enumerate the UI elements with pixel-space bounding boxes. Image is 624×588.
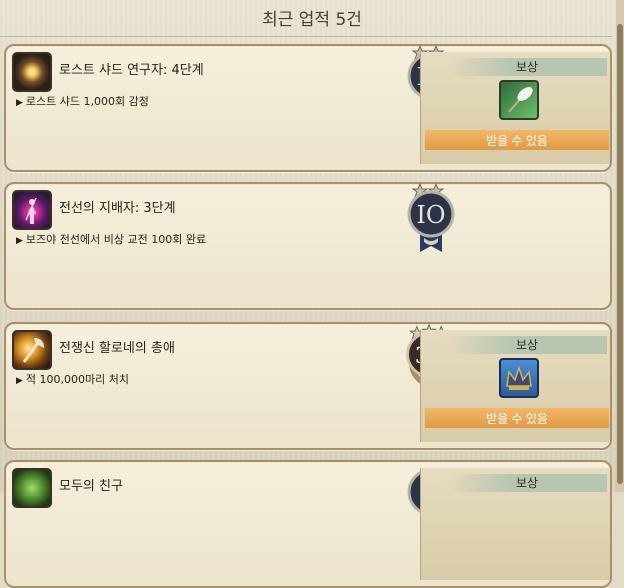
feather-duster-icon [508, 87, 533, 113]
achievement-title: 로스트 샤드 연구자: 4단계 [59, 63, 204, 78]
reward-heading: 보상 [447, 474, 607, 492]
reward-panel: 보상 받을 수 있음 [420, 52, 610, 164]
scrollbar[interactable] [616, 0, 624, 492]
lost-shard-icon [12, 52, 52, 92]
achievement-desc: ▶ 보즈야 전선에서 비상 교전 100회 완료 [16, 233, 207, 246]
page-title: 최근 업적 5건 [262, 10, 362, 30]
axe-icon [22, 338, 44, 363]
front-lines-icon [12, 190, 52, 230]
feather-duster-item-icon[interactable] [499, 80, 539, 120]
achievement-title: 전선의 지배자: 3단계 [59, 201, 176, 216]
achievement-desc: ▶ 적 100,000마리 처치 [16, 373, 130, 386]
medal-number: IO [416, 201, 445, 229]
achievement-title: 모두의 친구 [59, 479, 123, 494]
crown-icon [506, 365, 532, 390]
reward-heading: 보상 [447, 58, 607, 76]
halone-axe-icon [12, 330, 52, 370]
achievement-card[interactable]: 로스트 샤드 연구자: 4단계 ▶로스트 샤드 1,000회 감정 IO 보상 … [4, 44, 612, 172]
achievement-desc: ▶ 로스트 샤드 1,000회 감정 [16, 95, 149, 108]
medal-icon: IO [407, 182, 455, 252]
achievement-card[interactable]: 전선의 지배자: 3단계 ▶ 보즈야 전선에서 비상 교전 100회 완료 IO [4, 182, 612, 310]
achievement-card[interactable]: 모두의 친구 O 보상 [4, 460, 612, 588]
reward-panel: 보상 [420, 468, 610, 580]
claim-reward-button[interactable]: 받을 수 있음 [425, 130, 609, 150]
reward-panel: 보상 받을 수 있음 [420, 330, 610, 442]
warrior-silhouette-icon [25, 197, 37, 224]
crown-item-icon[interactable] [499, 358, 539, 398]
achievement-title: 전쟁신 할로네의 총애 [59, 341, 175, 356]
header-divider [0, 36, 612, 37]
friend-icon [12, 468, 52, 508]
claim-reward-button[interactable]: 받을 수 있음 [425, 408, 609, 428]
scrollbar-thumb[interactable] [617, 24, 623, 484]
achievement-card[interactable]: 전쟁신 할로네의 총애 ▶적 100,000마리 처치 30 보상 받을 수 있… [4, 322, 612, 450]
reward-heading: 보상 [447, 336, 607, 354]
